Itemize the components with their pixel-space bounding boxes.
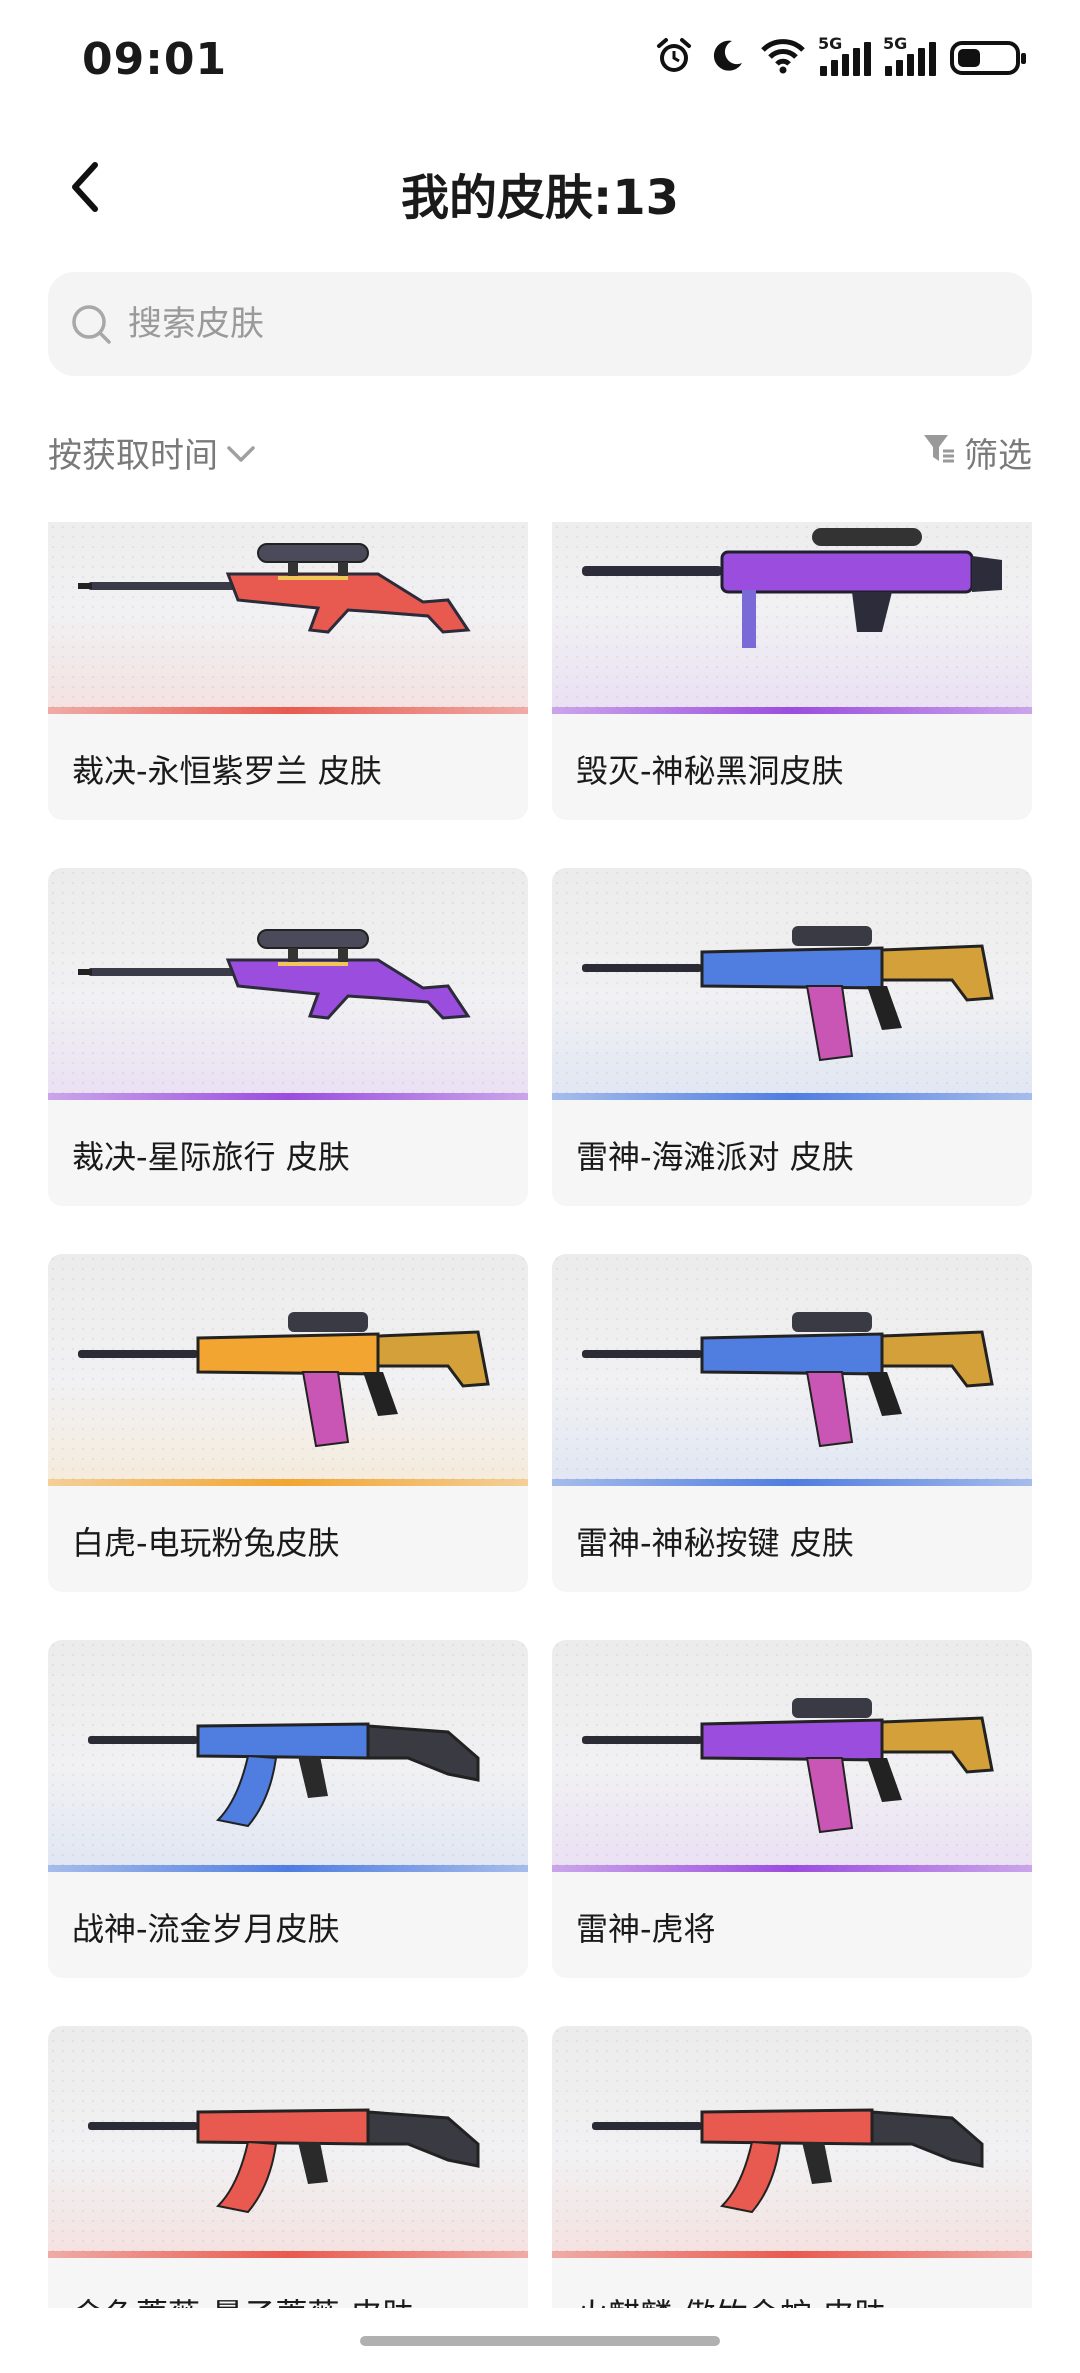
- skin-card[interactable]: 战神-流金岁月皮肤: [48, 1640, 528, 1978]
- skin-card[interactable]: 雷神-海滩派对 皮肤: [552, 868, 1032, 1206]
- skin-card[interactable]: 裁决-永恒紫罗兰 皮肤: [48, 522, 528, 820]
- rarity-bar: [48, 2251, 528, 2258]
- skin-name: 金色蔷薇-量子蔷薇 皮肤: [72, 2290, 414, 2308]
- status-icons: 5G 5G: [654, 34, 1026, 80]
- filter-label: 筛选: [964, 436, 1032, 476]
- skin-image: [552, 1640, 1032, 1872]
- rarity-bar: [552, 1093, 1032, 1100]
- filter-icon: [922, 431, 956, 474]
- weapon-image: [78, 543, 471, 634]
- weapon-image: [582, 926, 994, 1062]
- skin-name: 雷神-海滩派对 皮肤: [576, 1138, 854, 1176]
- chevron-down-icon: [226, 433, 256, 473]
- home-indicator[interactable]: [360, 2336, 720, 2346]
- filter-button[interactable]: 筛选: [922, 428, 1032, 477]
- skin-name: 裁决-永恒紫罗兰 皮肤: [72, 752, 382, 790]
- search-box[interactable]: [48, 272, 1032, 376]
- alarm-icon: [654, 36, 694, 80]
- signal-5g-icon: 5G: [818, 34, 871, 76]
- weapon-image: [592, 2108, 984, 2214]
- battery-icon: [950, 41, 1026, 75]
- skin-image: [552, 2026, 1032, 2258]
- skin-image: [48, 2026, 528, 2258]
- weapon-image: [582, 528, 1002, 648]
- rarity-bar: [48, 707, 528, 714]
- skin-card[interactable]: 火麒麟-傲竹金蛇 皮肤: [552, 2026, 1032, 2308]
- weapon-image: [88, 2108, 480, 2214]
- skin-card[interactable]: 雷神-虎将: [552, 1640, 1032, 1978]
- rarity-bar: [48, 1093, 528, 1100]
- sort-dropdown[interactable]: 按获取时间: [48, 428, 256, 477]
- sort-filter-row: 按获取时间 筛选: [48, 428, 1032, 488]
- weapon-image: [78, 929, 471, 1020]
- skin-image: [552, 868, 1032, 1100]
- signal-5g-icon: 5G: [883, 34, 936, 76]
- skin-card[interactable]: 白虎-电玩粉兔皮肤: [48, 1254, 528, 1592]
- network-label: 5G: [818, 34, 843, 53]
- status-bar: 09:01 5G 5G: [0, 0, 1080, 120]
- rarity-bar: [552, 1479, 1032, 1486]
- skin-card[interactable]: 毁灭-神秘黑洞皮肤: [552, 522, 1032, 820]
- rarity-bar: [552, 707, 1032, 714]
- skin-list[interactable]: 裁决-永恒紫罗兰 皮肤 毁灭-神秘黑洞皮肤 裁决-星际旅行 皮肤 雷神-海滩派对…: [0, 522, 1080, 2308]
- search-icon: [70, 303, 112, 345]
- skin-name: 战神-流金岁月皮肤: [72, 1910, 340, 1948]
- skin-grid: 裁决-永恒紫罗兰 皮肤 毁灭-神秘黑洞皮肤 裁决-星际旅行 皮肤 雷神-海滩派对…: [48, 522, 1032, 2308]
- skin-image: [48, 1640, 528, 1872]
- skin-card[interactable]: 裁决-星际旅行 皮肤: [48, 868, 528, 1206]
- weapon-image: [582, 1312, 994, 1448]
- search-input[interactable]: [126, 303, 980, 345]
- skin-name: 白虎-电玩粉兔皮肤: [72, 1524, 340, 1562]
- skin-name: 火麒麟-傲竹金蛇 皮肤: [576, 2290, 886, 2308]
- skin-card[interactable]: 雷神-神秘按键 皮肤: [552, 1254, 1032, 1592]
- weapon-image: [582, 1698, 994, 1834]
- skin-image: [552, 522, 1032, 714]
- rarity-bar: [48, 1479, 528, 1486]
- sort-label: 按获取时间: [48, 436, 218, 476]
- skin-image: [48, 522, 528, 714]
- skin-image: [552, 1254, 1032, 1486]
- rarity-bar: [552, 1865, 1032, 1872]
- skin-name: 雷神-虎将: [576, 1910, 716, 1948]
- skin-card[interactable]: 金色蔷薇-量子蔷薇 皮肤: [48, 2026, 528, 2308]
- skin-name: 裁决-星际旅行 皮肤: [72, 1138, 350, 1176]
- weapon-image: [78, 1312, 490, 1448]
- weapon-image: [88, 1722, 480, 1828]
- network-label: 5G: [883, 34, 908, 53]
- header: 我的皮肤:13: [0, 140, 1080, 240]
- skin-name: 毁灭-神秘黑洞皮肤: [576, 752, 844, 790]
- skin-image: [48, 1254, 528, 1486]
- moon-icon: [708, 37, 746, 79]
- wifi-icon: [760, 38, 806, 78]
- skin-image: [48, 868, 528, 1100]
- rarity-bar: [552, 2251, 1032, 2258]
- skin-name: 雷神-神秘按键 皮肤: [576, 1524, 854, 1562]
- status-time: 09:01: [82, 34, 228, 85]
- page-title: 我的皮肤:13: [401, 170, 679, 226]
- rarity-bar: [48, 1865, 528, 1872]
